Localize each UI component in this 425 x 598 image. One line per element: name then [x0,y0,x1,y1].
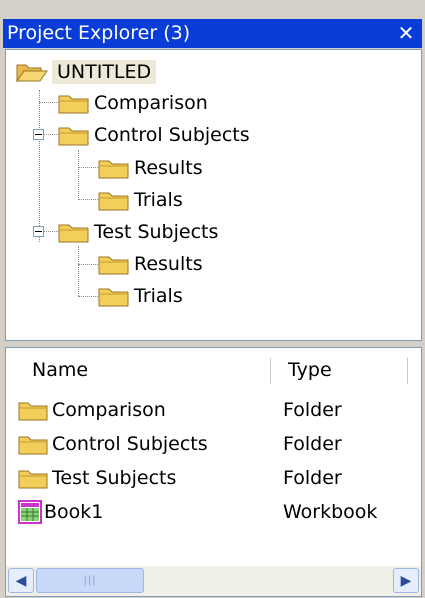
tree-item-label: Results [134,157,203,179]
list-row[interactable]: Control Subjects Folder [6,427,421,461]
tree-line [39,102,59,103]
list-item-name: Test Subjects [52,467,177,489]
folder-icon [98,189,129,211]
tree-item-label: Comparison [94,92,208,114]
workbook-icon [18,500,42,524]
list-header: Name Type [6,348,421,392]
panel-titlebar: Project Explorer (3) ✕ [3,19,422,48]
list-item-type: Workbook [283,501,378,523]
tree-line [78,296,98,297]
horizontal-scrollbar[interactable]: ◀ ||| ▶ [6,566,421,596]
folder-icon [18,467,48,489]
collapse-toggle[interactable] [33,226,44,237]
folder-icon [58,124,89,146]
close-icon[interactable]: ✕ [395,19,417,48]
tree-root[interactable]: UNTITLED [16,56,157,88]
column-divider[interactable] [407,358,408,384]
scroll-left-icon[interactable]: ◀ [8,568,34,593]
list-item-type: Folder [283,433,342,455]
list-item-type: Folder [283,399,342,421]
folder-icon [58,221,89,243]
tree-line [78,199,98,200]
column-header-type[interactable]: Type [288,348,332,392]
tree-line [78,167,98,168]
tree-item-label: Control Subjects [94,124,250,146]
tree-item-control-subjects[interactable]: Control Subjects [58,119,250,151]
list-cell-name: Control Subjects [18,433,208,455]
folder-icon [18,399,48,421]
folder-icon [18,433,48,455]
collapse-toggle[interactable] [33,129,44,140]
tree-line [78,246,79,296]
tree-line [44,134,59,135]
folder-icon [98,285,129,307]
tree-line [78,150,79,200]
project-tree: UNTITLED Comparison Control Subjects Res… [5,49,422,341]
tree-item-label: Trials [134,285,183,307]
folder-icon [98,157,129,179]
tree-item-label: Test Subjects [94,221,219,243]
list-row[interactable]: Test Subjects Folder [6,461,421,495]
column-divider[interactable] [270,358,271,384]
tree-item-test-subjects[interactable]: Test Subjects [58,216,218,248]
list-row[interactable]: Comparison Folder [6,393,421,427]
folder-icon [58,92,89,114]
tree-item-results[interactable]: Results [98,152,203,184]
tree-item-trials[interactable]: Trials [98,280,183,312]
panel-title: Project Explorer (3) [7,22,191,44]
folder-icon [98,253,129,275]
column-header-name[interactable]: Name [32,348,88,392]
tree-line [78,264,98,265]
tree-item-results[interactable]: Results [98,248,203,280]
tree-line [39,90,40,242]
tree-item-label: Results [134,253,203,275]
list-cell-name: Comparison [18,399,166,421]
list-cell-name: Test Subjects [18,467,176,489]
tree-root-label: UNTITLED [52,60,157,84]
list-row[interactable]: Book1 Workbook [6,495,421,529]
list-item-name: Book1 [44,501,104,523]
open-folder-icon [16,61,48,83]
scroll-thumb[interactable]: ||| [36,568,144,593]
tree-line [44,231,59,232]
item-list: Name Type Comparison Folder Control Subj… [5,347,422,597]
list-cell-name: Book1 [18,500,103,524]
tree-item-comparison[interactable]: Comparison [58,87,208,119]
scroll-right-icon[interactable]: ▶ [393,568,419,593]
tree-item-label: Trials [134,189,183,211]
list-item-name: Control Subjects [52,433,208,455]
list-item-name: Comparison [52,399,166,421]
list-item-type: Folder [283,467,342,489]
tree-item-trials[interactable]: Trials [98,184,183,216]
